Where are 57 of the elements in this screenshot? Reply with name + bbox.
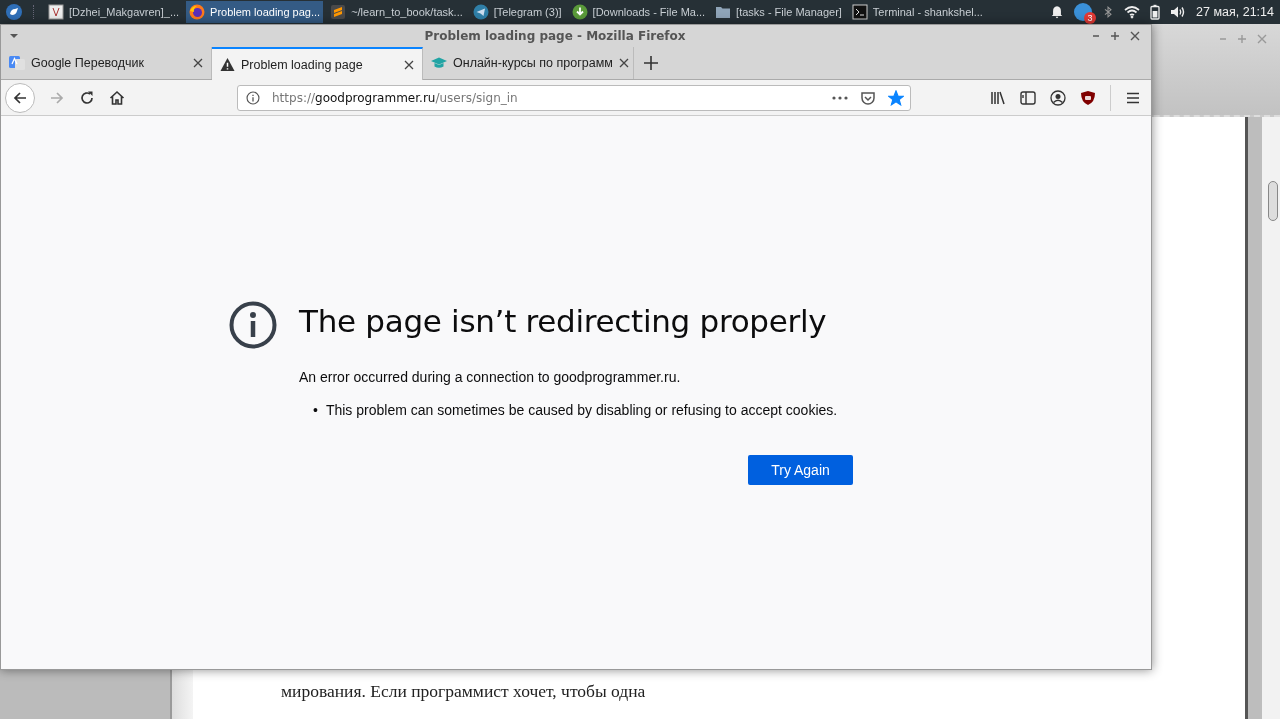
window-controls-icon[interactable] [1091, 31, 1141, 41]
scrollbar-thumb[interactable] [1268, 181, 1278, 221]
taskbar-item[interactable]: [Telegram (3)] [469, 1, 565, 23]
document-icon [48, 4, 64, 20]
text-line: мирования. Если программист хочет, чтобы одна [281, 680, 647, 703]
menu-icon[interactable] [6, 4, 22, 20]
taskbar-item[interactable]: [Dzhei_Makgavren]_... [45, 1, 183, 23]
error-title: The page isn’t redirecting properly [299, 302, 828, 341]
download-icon [571, 4, 588, 20]
firefox-icon [189, 4, 206, 20]
terminal-icon [851, 4, 868, 20]
reload-icon[interactable] [79, 89, 95, 106]
library-icon[interactable] [990, 89, 1006, 106]
info-icon[interactable] [246, 90, 260, 105]
window-title: Problem loading page - Mozilla Firefox [423, 29, 687, 43]
home-icon[interactable] [109, 89, 125, 106]
wifi-icon[interactable] [1124, 4, 1141, 20]
notification-badge: 3 [1084, 12, 1097, 24]
pocket-icon[interactable] [860, 89, 876, 106]
sublime-icon [330, 4, 347, 20]
volume-icon[interactable] [1170, 4, 1187, 20]
battery-icon[interactable] [1150, 4, 1161, 20]
translate-icon [9, 55, 25, 71]
taskbar-item[interactable]: Problem loading pag... [186, 1, 324, 23]
try-again-button[interactable]: Try Again [748, 455, 853, 485]
url-text: https://goodprogrammer.ru/users/sign_in [272, 90, 519, 105]
back-arrow-icon [12, 89, 28, 106]
telegram-icon [472, 4, 489, 20]
taskbar-item[interactable]: [Downloads - File Ma... [568, 1, 709, 23]
caret-icon[interactable] [9, 33, 19, 39]
address-bar[interactable]: https://goodprogrammer.ru/users/sign_in [237, 84, 911, 111]
graduation-cap-icon [431, 55, 447, 71]
star-icon[interactable] [888, 89, 904, 106]
folder-icon [715, 4, 732, 20]
browser-tab[interactable]: Problem loading page [212, 47, 423, 80]
back-button[interactable] [5, 82, 35, 113]
sidebar-icon[interactable] [1020, 89, 1036, 106]
error-hint: This problem can sometimes be caused by disabling or refusing to accept cookies. [325, 401, 838, 419]
more-icon[interactable] [832, 95, 848, 100]
warning-icon [220, 57, 235, 72]
close-icon[interactable] [193, 58, 203, 68]
bell-icon[interactable] [1050, 5, 1065, 19]
account-icon[interactable] [1050, 89, 1066, 106]
info-icon [229, 301, 277, 349]
taskbar-item[interactable]: ~/learn_to_book/task... [327, 1, 466, 23]
clock: 27 мая, 21:14 [1196, 5, 1274, 19]
shield-icon[interactable] [1080, 89, 1096, 106]
taskbar-item[interactable]: Terminal - shankshel... [848, 1, 986, 23]
error-message: An error occurred during a connection to goodprogrammer.ru. [299, 369, 682, 385]
taskbar-item[interactable]: [tasks - File Manager] [712, 1, 845, 23]
plus-icon[interactable] [644, 56, 658, 70]
window-controls-icon [1218, 34, 1268, 44]
browser-tab[interactable]: Онлайн-курсы по программ [423, 47, 634, 79]
bullet-mark: • [313, 401, 318, 419]
close-icon[interactable] [618, 58, 629, 68]
close-icon[interactable] [404, 59, 414, 70]
bluetooth-icon[interactable] [1102, 4, 1115, 20]
